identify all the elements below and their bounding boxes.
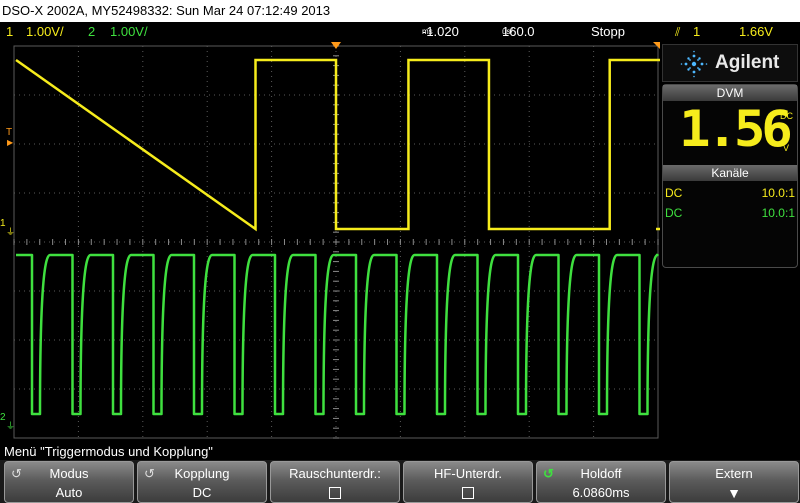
time-delay-value: -1.020 [422, 24, 459, 39]
softkey-label: Extern [715, 466, 753, 481]
ch2-trace [16, 253, 659, 416]
time-scale[interactable]: 160.0 us/ [502, 22, 535, 42]
channel-coupling: DC [665, 206, 683, 220]
dvm-reading-value: 1.56 [679, 100, 793, 158]
dvm-reading: 1.56 [679, 99, 793, 159]
waveform-display[interactable]: T ▶ 1 ⏚ 2 ⏚ [0, 42, 800, 442]
arrow-down-icon: ▼ [727, 485, 741, 501]
ch2-label[interactable]: 2 [88, 22, 95, 42]
time-delay[interactable]: -1.020 ms [422, 22, 459, 42]
softkey-value: DC [192, 485, 212, 500]
dvm-panel: DVM 1.56 DC V Kanäle DC 10.0:1 DC 10.0:1 [662, 84, 798, 268]
trigger-level-marker: T [6, 127, 13, 138]
channel-probe: 10.0:1 [761, 206, 795, 220]
ch1-scale[interactable]: 1.00V/ [26, 22, 64, 42]
window-title-bar: DSO-X 2002A, MY52498332: Sun Mar 24 07:1… [0, 0, 800, 22]
checkbox-icon [462, 487, 474, 499]
trigger-level[interactable]: 1.66V [739, 22, 773, 42]
softkey-label: Holdoff [580, 466, 622, 481]
brand-name: Agilent [715, 52, 780, 73]
softkey-rauschunterdrueckung[interactable]: Rauschunterdr.: [270, 461, 400, 503]
run-state[interactable]: Stopp [591, 22, 625, 42]
softkey-extern[interactable]: Extern ▼ [669, 461, 799, 503]
softkey-label: Kopplung [174, 466, 230, 481]
softkey-label: HF-Unterdr. [434, 466, 502, 481]
softkey-value: Auto [55, 485, 83, 500]
ch2-ground-marker: 2 [0, 412, 6, 423]
channel-row-2[interactable]: DC 10.0:1 [665, 205, 795, 221]
channel-coupling: DC [665, 186, 683, 200]
channel-row-1[interactable]: DC 10.0:1 [665, 185, 795, 201]
ch1-ground-marker: 1 [0, 218, 6, 229]
menu-title: Menü "Triggermodus und Kopplung" [4, 444, 213, 459]
softkey-modus[interactable]: ↺ Modus Auto [4, 461, 134, 503]
softkey-label: Rauschunterdr.: [289, 466, 381, 481]
channels-header: Kanäle [663, 165, 797, 181]
brand-logo: Agilent [662, 44, 798, 82]
dvm-unit: V [783, 143, 790, 153]
ground-icon: ⏚ [6, 227, 16, 237]
ground-icon: ⏚ [6, 421, 16, 431]
trigger-marker-icon: ▶ [7, 138, 14, 147]
status-bar: 1 1.00V/ 2 1.00V/ -1.020 ms 160.0 us/ Stop… [0, 22, 800, 42]
softkey-hf-unterdrueckung[interactable]: HF-Unterdr. [403, 461, 533, 503]
softkey-bar: ↺ Modus Auto ↺ Kopplung DC Rauschunterdr… [0, 460, 800, 503]
trigger-edge-icon: ⫽ [675, 25, 681, 39]
ch1-label[interactable]: 1 [6, 22, 13, 42]
trigger-channel[interactable]: 1 [693, 22, 700, 42]
checkbox-icon [329, 487, 341, 499]
softkey-label: Modus [49, 466, 89, 481]
dvm-mode: DC [780, 111, 793, 121]
menu-title-line: Menü "Triggermodus und Kopplung" [0, 444, 800, 460]
softkey-kopplung[interactable]: ↺ Kopplung DC [137, 461, 267, 503]
time-scale-value: 160.0 [502, 24, 535, 39]
channel-probe: 10.0:1 [761, 186, 795, 200]
ch2-scale[interactable]: 1.00V/ [110, 22, 148, 42]
agilent-spark-icon [680, 50, 708, 78]
softkey-value: 6.0860ms [572, 485, 630, 500]
softkey-holdoff[interactable]: ↺ Holdoff 6.0860ms [536, 461, 666, 503]
window-title: DSO-X 2002A, MY52498332: Sun Mar 24 07:1… [2, 3, 331, 18]
graticule [13, 42, 800, 439]
